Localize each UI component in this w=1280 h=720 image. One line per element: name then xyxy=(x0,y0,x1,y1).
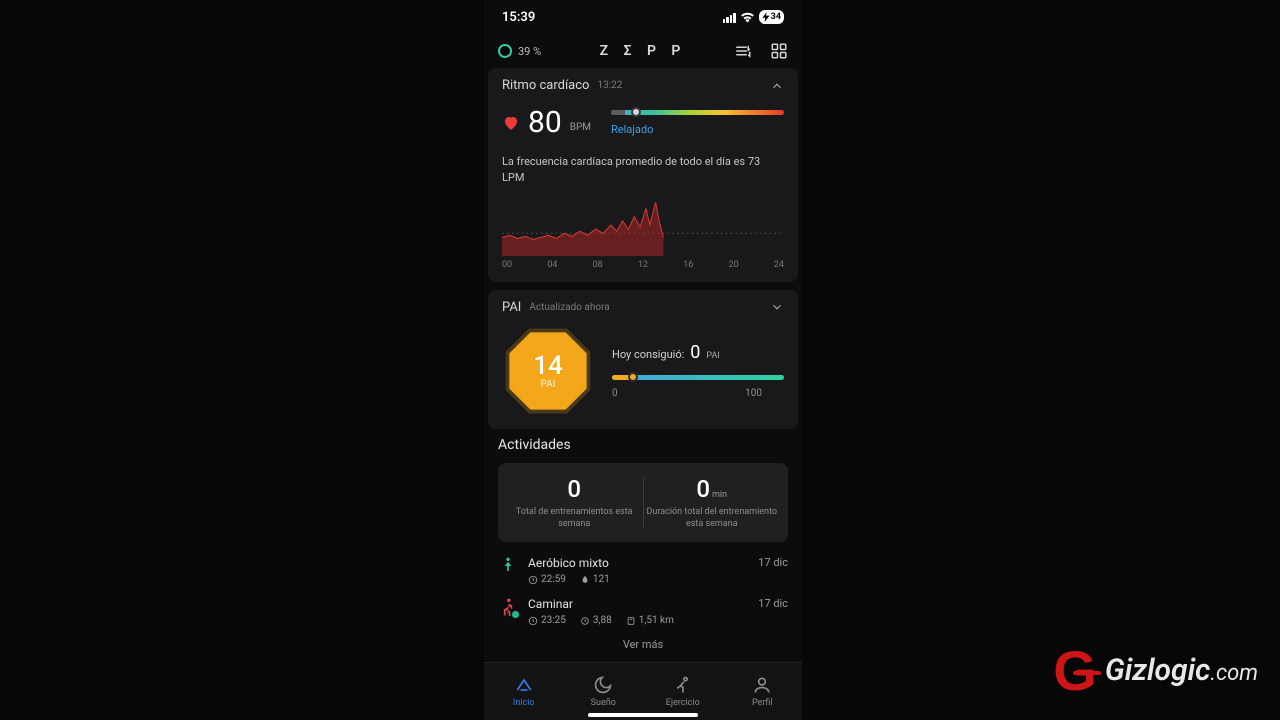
status-bar: 15:39 34 xyxy=(484,0,802,34)
heart-rate-card[interactable]: Ritmo cardíaco 13:22 80 BPM Relajado La … xyxy=(488,68,798,282)
home-indicator xyxy=(588,713,698,717)
watermark: G Gizlogic.com xyxy=(1053,653,1258,688)
heart-icon xyxy=(502,114,520,132)
heart-rate-chart xyxy=(502,194,784,256)
heart-zone-label: Relajado xyxy=(611,123,784,136)
wifi-icon xyxy=(740,11,755,23)
card-title: Ritmo cardíaco xyxy=(502,78,589,93)
grid-icon[interactable] xyxy=(770,42,788,60)
sort-icon[interactable] xyxy=(734,42,752,60)
card-title: PAI xyxy=(502,300,521,315)
pai-today: Hoy consiguió: 0 PAI xyxy=(612,342,784,363)
workouts-count: 0 xyxy=(506,475,643,503)
duration-value: 0min xyxy=(644,475,781,503)
activity-row[interactable]: Aeróbico mixto 22:59 121 17 dic xyxy=(484,550,802,591)
heart-zone-bar xyxy=(611,110,784,115)
chart-x-axis: 00040812162024 xyxy=(502,260,784,270)
app-logo: Z Σ P P xyxy=(600,43,687,59)
aerobic-icon xyxy=(498,556,518,576)
tab-exercise[interactable]: Ejercicio xyxy=(643,663,723,720)
pai-range: 0100 xyxy=(612,388,784,399)
activity-row[interactable]: Caminar 23:25 3,88 1,51 km 17 dic xyxy=(484,591,802,632)
battery-indicator: 34 xyxy=(759,10,784,24)
activities-stats: 0 Total de entrenamientos esta semana 0m… xyxy=(498,463,788,542)
tab-profile[interactable]: Perfil xyxy=(723,663,803,720)
clock: 15:39 xyxy=(502,10,535,25)
card-time: 13:22 xyxy=(597,80,622,91)
heart-rate-unit: BPM xyxy=(570,122,591,133)
activities-title: Actividades xyxy=(498,437,788,453)
pai-badge: 14PAI xyxy=(502,325,594,417)
tab-sleep[interactable]: Sueño xyxy=(564,663,644,720)
chevron-down-icon[interactable] xyxy=(770,300,784,314)
pai-progress-bar xyxy=(612,375,784,380)
heart-avg-text: La frecuencia cardíaca promedio de todo … xyxy=(502,154,762,186)
chevron-up-icon[interactable] xyxy=(770,79,784,93)
see-more-link[interactable]: Ver más xyxy=(484,638,802,651)
card-updated: Actualizado ahora xyxy=(529,302,609,313)
tab-home[interactable]: Inicio xyxy=(484,663,564,720)
scroll-area[interactable]: Ritmo cardíaco 13:22 80 BPM Relajado La … xyxy=(484,68,802,662)
tab-bar: Inicio Sueño Ejercicio Perfil xyxy=(484,662,802,720)
watch-icon xyxy=(498,44,512,58)
heart-rate-value: 80 xyxy=(528,105,562,140)
phone-frame: 15:39 34 39 % Z Σ P P Ritmo cardíaco 13:… xyxy=(484,0,802,720)
walk-icon xyxy=(498,597,518,617)
cellular-icon xyxy=(723,12,736,23)
pai-card[interactable]: PAI Actualizado ahora 14PAI Hoy consigui… xyxy=(488,290,798,429)
app-header: 39 % Z Σ P P xyxy=(484,34,802,68)
device-battery[interactable]: 39 % xyxy=(498,44,541,58)
